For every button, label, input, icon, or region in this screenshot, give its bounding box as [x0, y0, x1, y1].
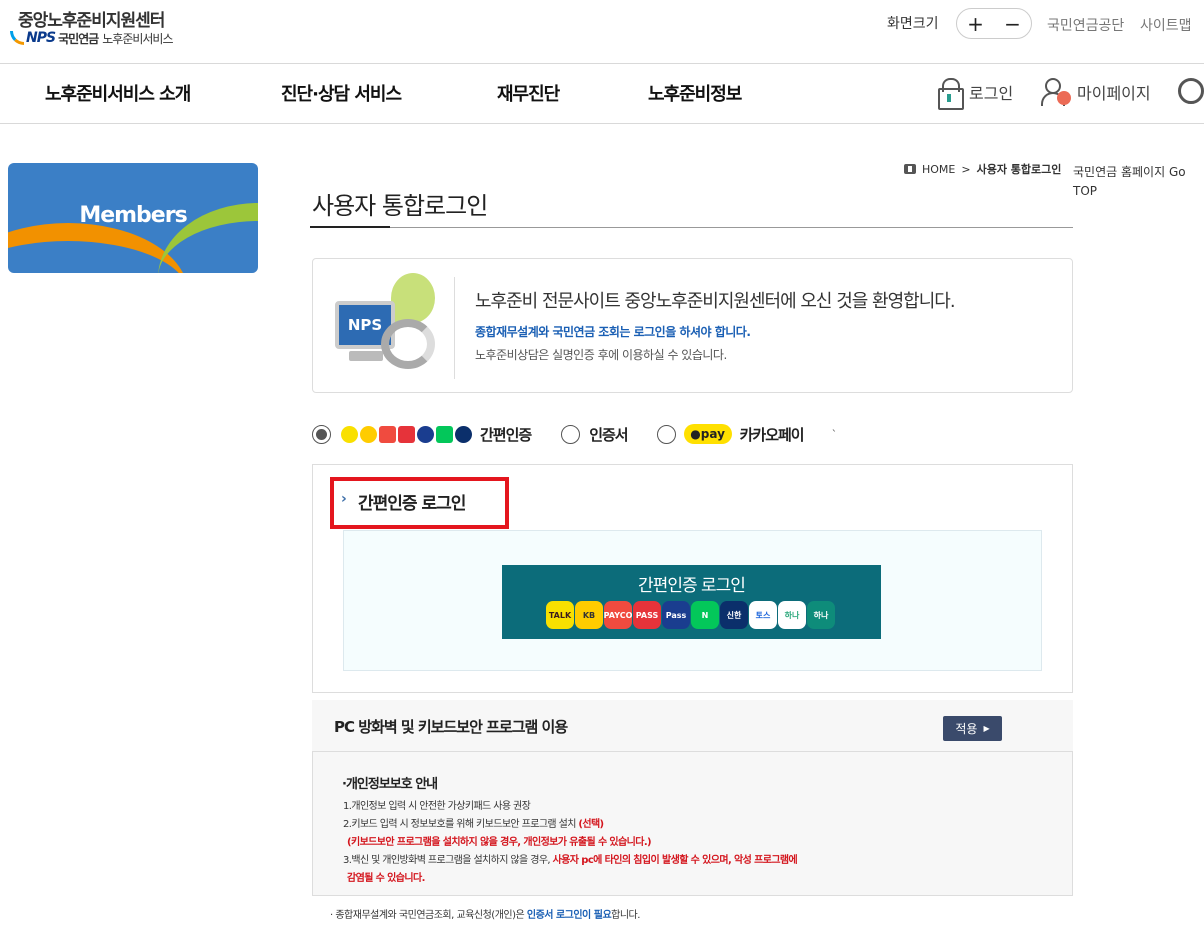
breadcrumb: HOME > 사용자 통합로그인 [904, 161, 1061, 177]
breadcrumb-current: 사용자 통합로그인 [976, 163, 1062, 176]
login-label: 로그인 [969, 84, 1014, 103]
nps-link[interactable]: 국민연금공단 [1047, 15, 1124, 35]
kb-icon [360, 425, 377, 443]
provider-icon: 신한 [720, 601, 748, 629]
privacy-line-4-text: 3.백신 및 개인방화벽 프로그램을 설치하지 않을 경우, [343, 855, 553, 866]
privacy-line-2-optional: (선택) [578, 819, 604, 830]
privacy-line-2: 2.키보드 입력 시 정보보호를 위해 키보드보안 프로그램 설치 (선택) [343, 815, 604, 830]
certificate-label[interactable]: 인증서 [589, 424, 628, 445]
login-link[interactable]: 로그인 [937, 78, 1014, 110]
provider-icon: PAYCO [604, 601, 632, 629]
simple-auth-provider-icons [341, 425, 474, 443]
lock-icon [937, 78, 964, 110]
chevron-right-icon: › [341, 491, 347, 507]
radio-kakaopay[interactable] [656, 424, 676, 444]
logo-org: 국민연금 [58, 31, 99, 46]
home-icon [904, 164, 916, 174]
logo-nps: NPS [26, 30, 56, 46]
broken-link-text[interactable]: 국민연금 홈페이지 Go TOP [1073, 163, 1204, 201]
site-logo[interactable]: NPS 국민연금 노후준비서비스 [10, 28, 174, 48]
logo-service: 노후준비서비스 [102, 31, 173, 46]
footnote-end: 합니다. [611, 910, 640, 921]
nps-swoosh-icon [10, 31, 24, 45]
font-size-label: 화면크기 [887, 16, 939, 32]
kakaopay-label[interactable]: 카카오페이 [740, 424, 805, 445]
radio-simple-auth[interactable] [312, 424, 331, 444]
provider-icon: N [691, 601, 719, 629]
provider-icon: 하나 [807, 601, 835, 629]
simple-auth-heading: 간편인증 로그인 [358, 494, 466, 514]
provider-icon: 토스 [749, 601, 777, 629]
title-divider [310, 226, 1073, 228]
provider-icon: PASS [633, 601, 661, 629]
kakaopay-badge-text: pay [700, 427, 725, 441]
provider-icon: 하나 [778, 601, 806, 629]
nav-financial-diagnosis[interactable]: 재무진단 [497, 80, 560, 106]
samsung-pass-icon [417, 425, 434, 443]
payco-icon [379, 425, 396, 443]
security-title: PC 방화벽 및 키보드보안 프로그램 이용 [334, 718, 568, 736]
footnote: · 종합재무설계와 국민연금조회, 교육신청(개인)은 인증서 로그인이 필요합… [330, 906, 640, 921]
leaf-icon [391, 273, 435, 323]
font-size-minus-button[interactable]: − [1004, 14, 1021, 34]
members-banner: Members [8, 163, 258, 273]
welcome-sub: 노후준비상담은 실명인증 후에 이용하실 수 있습니다. [475, 348, 727, 362]
privacy-line-1: 1.개인정보 입력 시 안전한 가상키패드 사용 권장 [343, 801, 531, 812]
top-bar: 중앙노후준비지원센터 NPS 국민연금 노후준비서비스 화면크기 + − 국민연… [0, 0, 1204, 64]
privacy-line-4-warning: 사용자 pc에 타인의 침입이 발생할 수 있으며, 악성 프로그램에 [552, 855, 798, 866]
pass-icon [398, 425, 415, 443]
shinhan-icon [455, 425, 472, 443]
welcome-box: NPS 노후준비 전문사이트 중앙노후준비지원센터에 오신 것을 환영합니다. … [312, 258, 1073, 393]
provider-icon: KB [575, 601, 603, 629]
main-navigation: 노후준비서비스 소개 진단·상담 서비스 재무진단 노후준비정보 로그인 마이페… [0, 64, 1204, 124]
naver-icon [436, 425, 453, 443]
privacy-line-4: 3.백신 및 개인방화벽 프로그램을 설치하지 않을 경우, 사용자 pc에 타… [343, 851, 798, 866]
welcome-notice: 종합재무설계와 국민연금 조회는 로그인을 하셔야 합니다. [475, 325, 751, 339]
stray-tick: ` [831, 427, 838, 441]
nav-diagnosis-consult[interactable]: 진단·상담 서비스 [281, 80, 402, 106]
footnote-text: · 종합재무설계와 국민연금조회, 교육신청(개인)은 [330, 910, 527, 921]
apply-button[interactable]: 적용 ▶ [943, 716, 1002, 741]
members-label: Members [79, 203, 187, 228]
privacy-line-5: 감염될 수 있습니다. [347, 873, 425, 884]
privacy-line-3: (키보드보안 프로그램을 설치하지 않을 경우, 개인정보가 유출될 수 있습니… [347, 837, 652, 848]
page-title: 사용자 통합로그인 [312, 192, 488, 220]
simple-auth-label[interactable]: 간편인증 [480, 424, 532, 445]
privacy-line-2-text: 2.키보드 입력 시 정보보호를 위해 키보드보안 프로그램 설치 [343, 819, 579, 830]
simple-auth-button-label: 간편인증 로그인 [638, 576, 746, 596]
provider-icon: Pass [662, 601, 690, 629]
e-logo-icon [381, 319, 435, 369]
mypage-link[interactable]: 마이페이지 [1041, 78, 1151, 106]
mypage-label: 마이페이지 [1077, 84, 1151, 103]
font-size-plus-button[interactable]: + [967, 14, 984, 34]
font-size-control: + − [956, 8, 1032, 39]
login-method-options: 간편인증 인증서 ● pay 카카오페이 ` [312, 421, 837, 447]
arrow-right-icon: ▶ [983, 724, 990, 733]
apply-label: 적용 [955, 722, 978, 736]
kakaopay-badge: ● pay [683, 424, 732, 444]
nps-e-illustration: NPS [331, 271, 441, 381]
simple-auth-login-button[interactable]: 간편인증 로그인 TALK KB PAYCO PASS Pass N 신한 토스 하나 하나 [502, 565, 881, 639]
kakao-talk-icon [341, 425, 358, 443]
nav-retirement-info[interactable]: 노후준비정보 [648, 80, 742, 106]
sitemap-link[interactable]: 사이트맵 [1140, 15, 1192, 35]
footnote-emphasis: 인증서 로그인이 필요 [526, 910, 612, 921]
privacy-title: ·개인정보보호 안내 [342, 777, 438, 792]
search-icon[interactable] [1178, 78, 1204, 104]
radio-certificate[interactable] [561, 424, 581, 444]
user-icon [1041, 78, 1071, 106]
welcome-heading: 노후준비 전문사이트 중앙노후준비지원센터에 오신 것을 환영합니다. [475, 291, 956, 312]
breadcrumb-separator: > [961, 162, 971, 176]
nav-service-intro[interactable]: 노후준비서비스 소개 [45, 80, 191, 106]
provider-icon-row: TALK KB PAYCO PASS Pass N 신한 토스 하나 하나 [546, 601, 836, 629]
provider-icon: TALK [546, 601, 574, 629]
breadcrumb-home[interactable]: HOME [922, 163, 955, 176]
